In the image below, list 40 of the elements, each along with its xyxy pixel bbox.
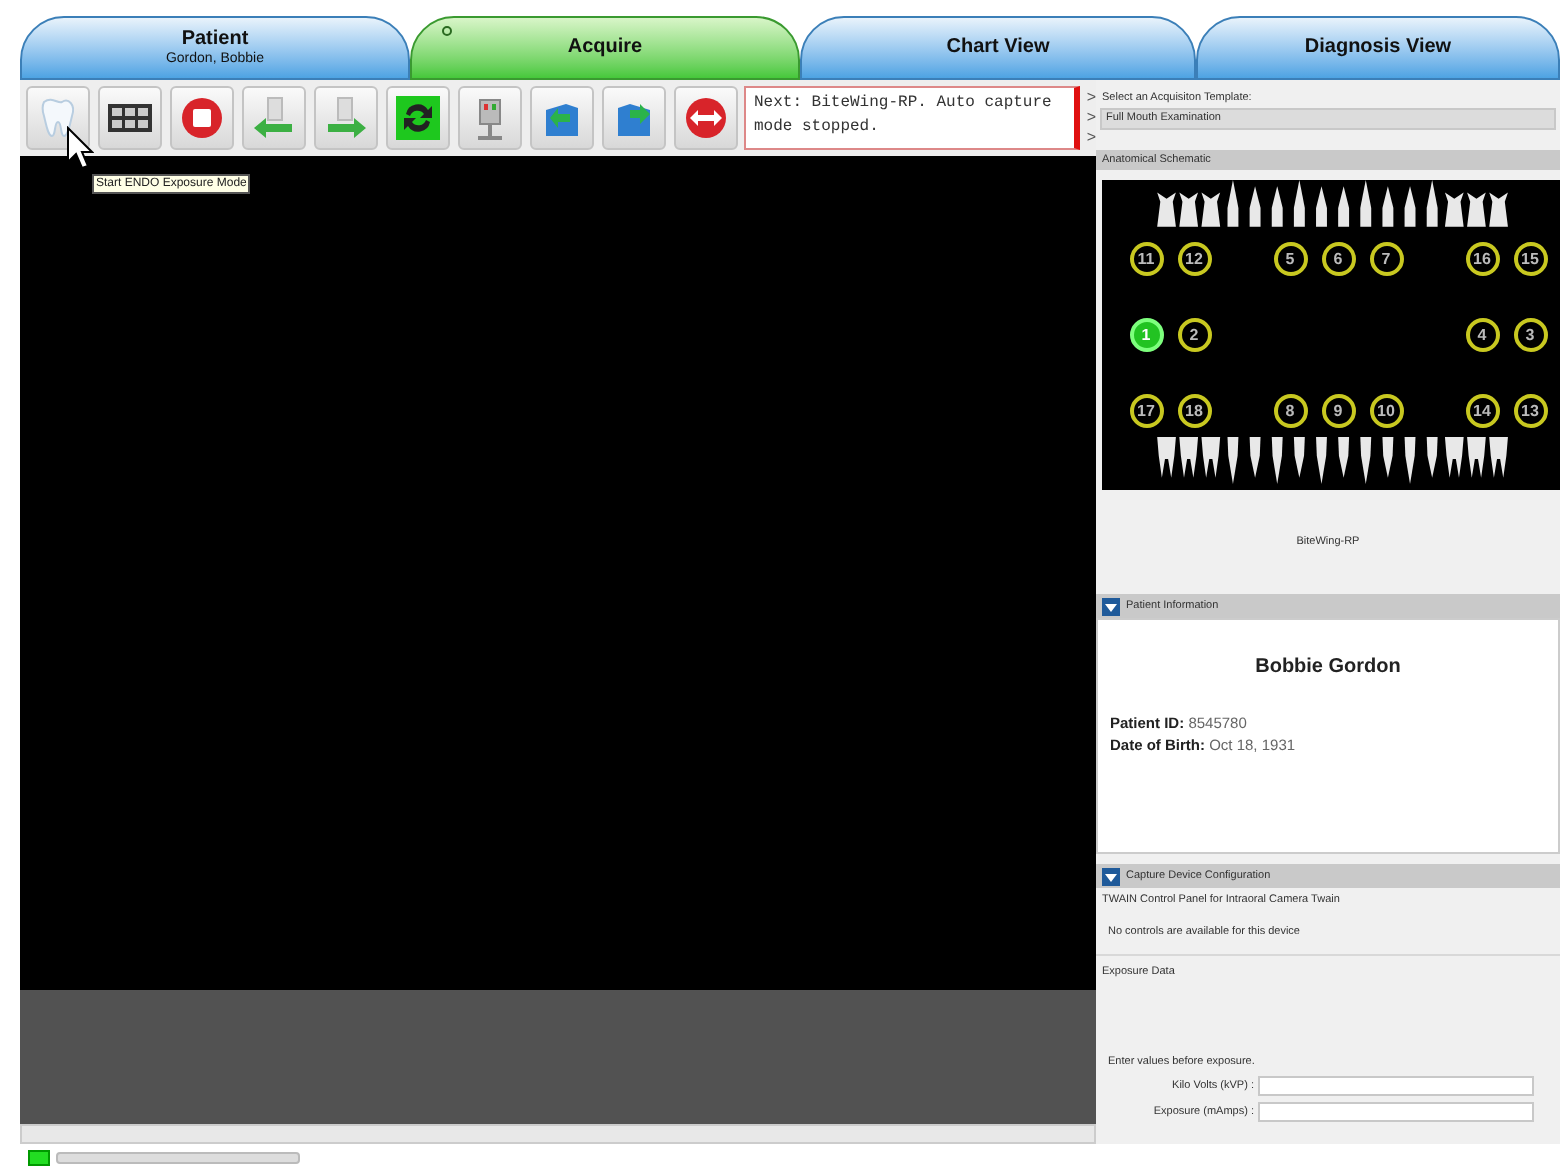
patient-name: Bobbie Gordon (1253, 654, 1403, 682)
tooth-marker[interactable]: 4 (1465, 318, 1499, 352)
scrollbar-thumb[interactable] (56, 1152, 300, 1164)
indicator-icon (442, 26, 452, 36)
horizontal-scrollbar[interactable] (20, 1124, 1096, 1144)
tab[interactable]: Acquire (410, 16, 800, 80)
tooth-marker[interactable]: 2 (1177, 318, 1211, 352)
expand-chevron[interactable]: > (1086, 88, 1096, 108)
tooth-marker[interactable]: 13 (1513, 394, 1547, 428)
rotate-icon (394, 94, 442, 142)
tooth-marker[interactable]: 18 (1177, 394, 1211, 428)
input-field[interactable] (1258, 1102, 1534, 1122)
tooth-marker[interactable]: 11 (1129, 242, 1163, 276)
tab[interactable]: Diagnosis View (1196, 16, 1560, 80)
tooth-marker[interactable]: 5 (1273, 242, 1307, 276)
collapse-icon[interactable] (1102, 597, 1120, 615)
status-message: Next: BiteWing-RP. Auto capture mode stopped. (744, 86, 1081, 150)
tooth-marker[interactable]: 16 (1465, 242, 1499, 276)
status-indicator (28, 1150, 50, 1166)
input-field[interactable] (1258, 1076, 1534, 1096)
swap-icon (682, 94, 730, 142)
tooth-marker[interactable]: 10 (1369, 394, 1403, 428)
arrow-left-icon (250, 94, 298, 142)
toolbar-button[interactable] (98, 86, 162, 150)
tooth-marker[interactable]: 15 (1513, 242, 1547, 276)
tooth-marker[interactable]: 3 (1513, 318, 1547, 352)
stop-icon (178, 94, 226, 142)
tooth-marker[interactable]: 12 (1177, 242, 1211, 276)
collapse-icon[interactable] (1102, 867, 1120, 885)
tooth-marker[interactable]: 6 (1321, 242, 1355, 276)
tooth-marker[interactable]: 14 (1465, 394, 1499, 428)
tooth-marker[interactable]: 17 (1129, 394, 1163, 428)
arrow-right-icon (322, 94, 370, 142)
tab[interactable]: Chart View (800, 16, 1196, 80)
tooth-marker[interactable]: 8 (1273, 394, 1307, 428)
expand-chevron[interactable]: > (1086, 128, 1096, 148)
tooth-marker[interactable]: 9 (1321, 394, 1355, 428)
toolbar-button[interactable] (386, 86, 450, 150)
tooth-marker[interactable]: 7 (1369, 242, 1403, 276)
expand-chevron[interactable]: > (1086, 108, 1096, 128)
